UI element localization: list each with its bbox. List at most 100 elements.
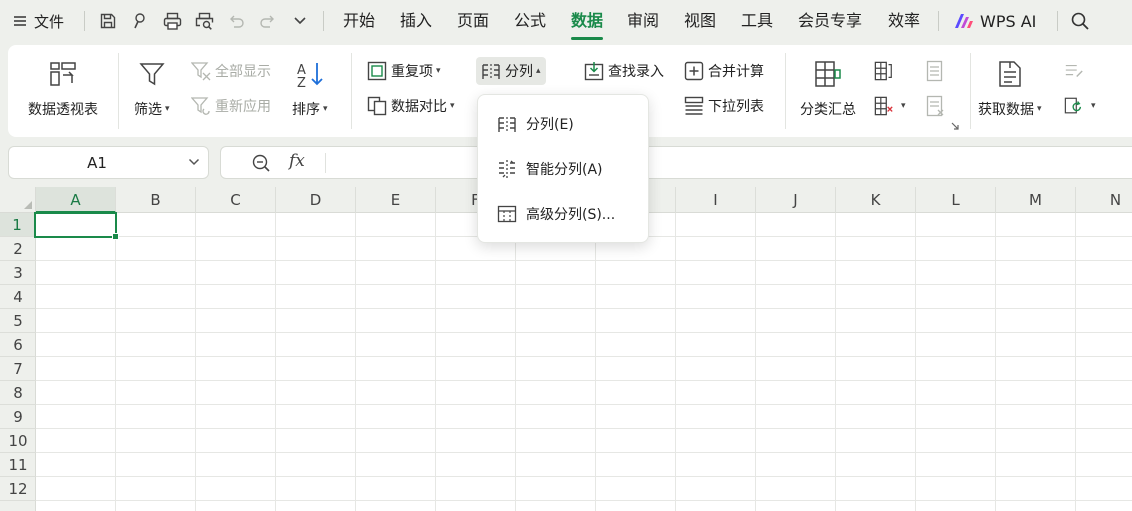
redo-icon[interactable] xyxy=(257,10,279,32)
filter-icon xyxy=(136,58,168,90)
show-all-button[interactable]: 全部显示 xyxy=(191,61,271,81)
split-column-icon xyxy=(481,61,501,81)
pivot-table-button[interactable]: 数据透视表 xyxy=(28,58,98,119)
column-header[interactable]: N xyxy=(1076,187,1132,213)
split-column-button[interactable]: 分列 ▴ xyxy=(476,57,546,85)
menu-item-smart-split[interactable]: 智能分列(A) xyxy=(478,149,648,189)
tab-data[interactable]: 数据 xyxy=(571,10,604,40)
column-header[interactable]: B xyxy=(116,187,196,213)
lookup-entry-button[interactable]: 查找录入 xyxy=(584,61,664,81)
get-data-button[interactable]: 获取数据 ▾ xyxy=(978,58,1042,119)
row-header[interactable]: 1 xyxy=(0,213,36,237)
zoom-formula-icon[interactable] xyxy=(251,153,271,173)
pivot-table-icon xyxy=(47,58,79,90)
row-header[interactable]: 12 xyxy=(0,477,36,501)
format-brush-icon[interactable] xyxy=(129,10,151,32)
divider xyxy=(323,11,324,31)
smart-split-icon xyxy=(497,159,517,179)
column-header[interactable]: E xyxy=(356,187,436,213)
chevron-down-icon: ▾ xyxy=(1037,104,1042,114)
dropdown-list-label: 下拉列表 xyxy=(708,99,764,115)
more-chevron-icon[interactable] xyxy=(289,10,311,32)
column-header[interactable]: D xyxy=(276,187,356,213)
chevron-down-icon[interactable] xyxy=(188,156,200,168)
get-data-label: 获取数据 xyxy=(978,102,1034,118)
tab-home[interactable]: 开始 xyxy=(343,10,375,32)
remove-group-button[interactable]: ▾ xyxy=(874,96,906,116)
menu-item-label: 高级分列(S)... xyxy=(526,207,616,223)
tab-efficiency[interactable]: 效率 xyxy=(888,10,920,32)
tab-page[interactable]: 页面 xyxy=(457,10,489,32)
dropdown-list-icon xyxy=(684,96,704,116)
get-data-icon xyxy=(994,58,1026,90)
lookup-entry-label: 查找录入 xyxy=(608,64,664,80)
consolidate-label: 合并计算 xyxy=(708,64,764,80)
filter-button[interactable]: 筛选 ▾ xyxy=(134,58,170,119)
tab-review[interactable]: 审阅 xyxy=(627,10,659,32)
data-compare-button[interactable]: 数据对比 ▾ xyxy=(367,96,455,116)
column-header[interactable]: L xyxy=(916,187,996,213)
row-header[interactable]: 10 xyxy=(0,429,36,453)
dropdown-list-button[interactable]: 下拉列表 xyxy=(684,96,764,116)
ungroup-button[interactable] xyxy=(926,60,950,82)
tab-insert[interactable]: 插入 xyxy=(400,10,432,32)
group-settings-launcher[interactable] xyxy=(951,122,959,130)
tab-formulas[interactable]: 公式 xyxy=(514,10,546,32)
name-box[interactable]: A1 xyxy=(8,146,209,179)
undo-icon[interactable] xyxy=(225,10,247,32)
divider xyxy=(785,53,786,129)
column-header[interactable]: I xyxy=(676,187,756,213)
row-header[interactable]: 2 xyxy=(0,237,36,261)
file-menu-button[interactable]: 文件 xyxy=(14,10,64,32)
chevron-down-icon: ▾ xyxy=(1091,101,1096,111)
wps-ai-button[interactable]: WPS AI xyxy=(954,10,1036,32)
show-all-icon xyxy=(191,61,211,81)
menu-item-advanced-split[interactable]: 高级分列(S)... xyxy=(478,194,648,234)
row-header[interactable]: 6 xyxy=(0,333,36,357)
reapply-button[interactable]: 重新应用 xyxy=(191,96,271,116)
formula-input[interactable] xyxy=(333,153,1113,173)
consolidate-button[interactable]: 合并计算 xyxy=(684,61,764,81)
column-header[interactable]: C xyxy=(196,187,276,213)
filter-label-wrap: 筛选 ▾ xyxy=(134,99,170,119)
print-icon[interactable] xyxy=(161,10,183,32)
row-header[interactable]: 7 xyxy=(0,357,36,381)
print-preview-icon[interactable] xyxy=(193,10,215,32)
group-rows-button[interactable] xyxy=(874,61,898,81)
column-header[interactable]: M xyxy=(996,187,1076,213)
tab-view[interactable]: 视图 xyxy=(684,10,716,32)
duplicates-button[interactable]: 重复项 ▾ xyxy=(367,61,441,81)
select-all-corner[interactable] xyxy=(0,187,36,213)
active-cell[interactable] xyxy=(34,212,119,240)
menu-item-split[interactable]: 分列(E) xyxy=(478,104,648,144)
sort-button[interactable]: AZ 排序 ▾ xyxy=(292,58,328,119)
ungroup-icon xyxy=(926,60,946,82)
tab-member[interactable]: 会员专享 xyxy=(798,10,862,32)
column-header[interactable]: A xyxy=(36,187,116,213)
cell-area[interactable] xyxy=(36,213,1132,511)
divider xyxy=(325,153,326,173)
search-icon[interactable] xyxy=(1069,10,1091,32)
subtotal-label: 分类汇总 xyxy=(800,102,856,118)
row-header[interactable]: 3 xyxy=(0,261,36,285)
row-header[interactable]: 9 xyxy=(0,405,36,429)
column-header[interactable]: K xyxy=(836,187,916,213)
save-icon[interactable] xyxy=(97,10,119,32)
row-header[interactable]: 5 xyxy=(0,309,36,333)
refresh-button[interactable]: ▾ xyxy=(1064,96,1096,116)
wps-ai-logo-icon xyxy=(954,13,974,29)
advanced-split-icon xyxy=(497,204,517,224)
subtotal-button[interactable]: 分类汇总 xyxy=(800,58,856,119)
duplicates-icon xyxy=(367,61,387,81)
chevron-down-icon: ▾ xyxy=(450,101,455,111)
get-data-label-wrap: 获取数据 ▾ xyxy=(978,99,1042,119)
row-header[interactable]: 4 xyxy=(0,285,36,309)
tab-tools[interactable]: 工具 xyxy=(741,10,773,32)
show-detail-button[interactable] xyxy=(926,95,950,117)
row-header[interactable]: 11 xyxy=(0,453,36,477)
launcher-arrow-icon xyxy=(951,122,959,130)
column-header[interactable]: J xyxy=(756,187,836,213)
insert-function-icon[interactable]: fx xyxy=(289,151,305,171)
row-header[interactable]: 8 xyxy=(0,381,36,405)
edit-links-button[interactable] xyxy=(1064,61,1088,81)
